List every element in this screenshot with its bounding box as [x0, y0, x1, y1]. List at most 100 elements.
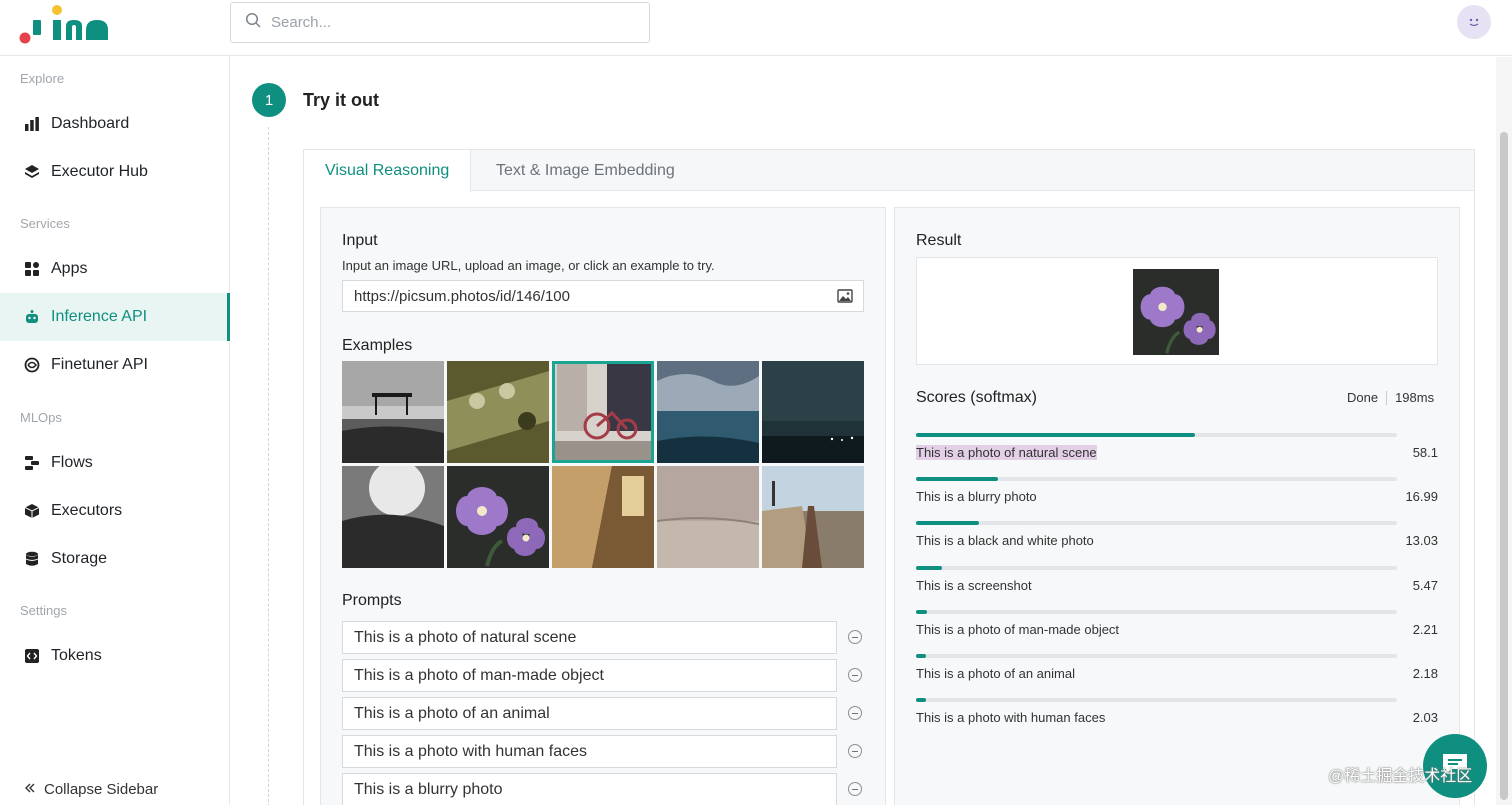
score-bar-fill	[916, 654, 927, 658]
example-image-sunset-bw[interactable]	[342, 466, 444, 568]
search-bar[interactable]	[230, 2, 650, 43]
example-image-purple-flowers[interactable]	[447, 466, 549, 568]
sidebar-item-inference-api[interactable]: Inference API	[0, 293, 230, 341]
sidebar-section-explore: Explore	[20, 71, 65, 86]
image-upload-icon[interactable]	[837, 289, 853, 307]
sidebar-item-label: Executor Hub	[51, 163, 148, 180]
score-label: This is a black and white photo	[916, 533, 1094, 549]
search-input[interactable]	[271, 14, 611, 31]
score-label: This is a photo with human faces	[916, 710, 1106, 726]
prompt-input[interactable]	[354, 780, 824, 799]
tab-text-image-embedding[interactable]: Text & Image Embedding	[475, 150, 696, 191]
sidebar-item-apps[interactable]: Apps	[0, 245, 230, 293]
examples-grid	[342, 361, 864, 568]
score-label: This is a screenshot	[916, 577, 1032, 593]
tab-visual-reasoning[interactable]: Visual Reasoning	[304, 150, 472, 192]
score-bar-fill	[916, 433, 1196, 437]
score-value: 16.99	[1405, 489, 1438, 505]
jina-logo[interactable]	[18, 4, 113, 44]
sidebar-item-label: Executors	[51, 502, 123, 519]
input-hint: Input an image URL, upload an image, or …	[342, 258, 715, 273]
sidebar-item-executors[interactable]: Executors	[0, 487, 230, 535]
score-row: This is a screenshot 5.47	[916, 565, 1438, 606]
sidebar: Explore Dashboard Executor Hub Services …	[0, 56, 230, 805]
score-bar-track	[916, 433, 1397, 437]
example-image-railway[interactable]	[762, 466, 864, 568]
score-row: This is a photo of an animal 2.18	[916, 654, 1438, 694]
example-image-pier[interactable]	[342, 361, 444, 463]
remove-prompt-icon[interactable]	[848, 706, 862, 720]
examples-title: Examples	[342, 337, 413, 354]
score-value: 2.21	[1412, 621, 1438, 637]
sidebar-item-tokens[interactable]: Tokens	[0, 632, 230, 680]
database-icon	[23, 550, 41, 568]
score-label: This is a photo of natural scene	[916, 445, 1097, 460]
sidebar-item-label: Storage	[51, 550, 108, 567]
prompt-field[interactable]	[342, 621, 837, 654]
prompt-field[interactable]	[342, 773, 837, 805]
prompt-input[interactable]	[354, 666, 824, 685]
sidebar-item-label: Tokens	[51, 647, 102, 664]
prompt-input[interactable]	[354, 742, 824, 761]
score-bar-track	[916, 521, 1397, 526]
flow-icon	[23, 454, 41, 472]
score-value: 5.47	[1412, 577, 1438, 593]
score-bar-track	[916, 477, 1397, 482]
score-row: This is a blurry photo 16.99	[916, 477, 1438, 517]
example-image-hallway[interactable]	[552, 466, 654, 568]
sidebar-item-executor-hub[interactable]: Executor Hub	[0, 148, 230, 196]
prompts-title: Prompts	[342, 592, 402, 609]
status-divider	[1386, 390, 1388, 405]
remove-prompt-icon[interactable]	[848, 782, 862, 796]
example-image-bicycle[interactable]	[552, 361, 654, 463]
apps-icon	[23, 260, 41, 278]
result-image	[1133, 269, 1219, 355]
avatar[interactable]	[1457, 5, 1491, 39]
sidebar-item-finetuner-api[interactable]: Finetuner API	[0, 341, 230, 389]
page-scrollbar[interactable]	[1496, 57, 1512, 805]
robot-icon	[23, 308, 41, 326]
sidebar-item-flows[interactable]: Flows	[0, 439, 230, 487]
collapse-sidebar-label: Collapse Sidebar	[44, 781, 159, 798]
scrollbar-thumb[interactable]	[1500, 132, 1508, 800]
image-url-input[interactable]	[354, 287, 824, 305]
score-bar-fill	[916, 609, 927, 614]
sidebar-item-label: Finetuner API	[51, 356, 148, 373]
score-row: This is a photo of man-made object 2.21	[916, 609, 1438, 650]
score-bar-fill	[916, 698, 926, 703]
remove-prompt-icon[interactable]	[848, 744, 862, 758]
latency-text: 198ms	[1395, 390, 1435, 405]
code-icon	[23, 647, 41, 665]
score-value: 2.03	[1412, 710, 1438, 726]
example-image-ocean[interactable]	[657, 361, 759, 463]
image-url-field[interactable]	[342, 280, 864, 312]
double-chevron-left-icon	[24, 781, 36, 798]
scores-title: Scores (softmax)	[916, 389, 1037, 406]
prompt-input[interactable]	[354, 628, 824, 647]
score-bar-fill	[916, 565, 943, 570]
example-image-guitar[interactable]	[447, 361, 549, 463]
example-image-beach[interactable]	[657, 466, 759, 568]
step-number: 1	[252, 83, 286, 117]
remove-prompt-icon[interactable]	[848, 668, 862, 682]
prompt-field[interactable]	[342, 735, 837, 768]
prompt-input[interactable]	[354, 704, 824, 723]
sidebar-item-dashboard[interactable]: Dashboard	[0, 100, 230, 148]
collapse-sidebar-button[interactable]: Collapse Sidebar	[24, 781, 158, 798]
cube-icon	[23, 502, 41, 520]
prompt-field[interactable]	[342, 697, 837, 730]
score-label: This is a photo of man-made object	[916, 621, 1120, 637]
step-connector	[268, 127, 269, 805]
score-row: This is a black and white photo 13.03	[916, 521, 1438, 561]
score-value: 2.18	[1412, 666, 1438, 681]
layers-icon	[23, 163, 41, 181]
remove-prompt-icon[interactable]	[848, 630, 862, 644]
sidebar-item-storage[interactable]: Storage	[0, 535, 230, 583]
score-bar-fill	[916, 521, 979, 526]
sidebar-item-label: Flows	[51, 454, 93, 471]
watermark: @稀土掘金技术社区	[1328, 768, 1473, 785]
prompt-field[interactable]	[342, 659, 837, 692]
example-image-night-coast[interactable]	[762, 361, 864, 463]
spiral-icon	[23, 356, 41, 374]
sidebar-item-label: Apps	[51, 260, 88, 277]
